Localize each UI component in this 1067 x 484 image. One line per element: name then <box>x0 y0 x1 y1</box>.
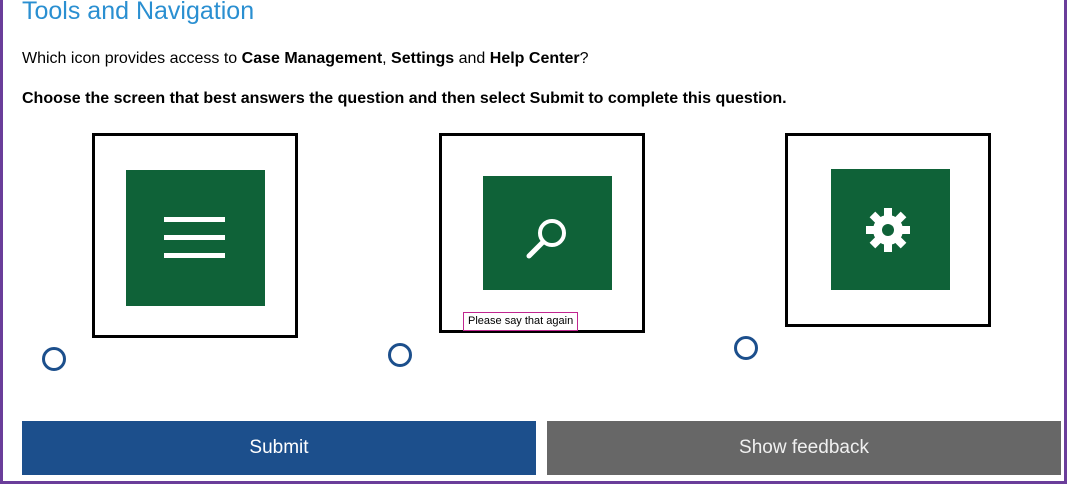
question-term-settings: Settings <box>391 50 455 67</box>
question-suffix: ? <box>579 50 589 67</box>
instruction-text: Choose the screen that best answers the … <box>22 90 787 107</box>
gear-tile <box>831 169 950 290</box>
option-menu-screen[interactable] <box>92 133 298 338</box>
question-separator: , <box>382 50 392 67</box>
show-feedback-button[interactable]: Show feedback <box>547 421 1061 475</box>
gear-icon <box>866 208 910 252</box>
option-gear-radio[interactable] <box>734 336 758 360</box>
option-search-screen[interactable] <box>439 133 645 333</box>
question-prefix: Which icon provides access to <box>22 50 242 67</box>
submit-button[interactable]: Submit <box>22 421 536 475</box>
question-separator: and <box>454 50 490 67</box>
option-gear-screen[interactable] <box>785 133 991 327</box>
option-search-radio[interactable] <box>388 343 412 367</box>
question-text: Which icon provides access to Case Manag… <box>22 50 588 68</box>
search-icon <box>526 219 566 259</box>
tooltip: Please say that again <box>463 312 579 331</box>
question-term-help-center: Help Center <box>489 50 580 67</box>
search-tile <box>483 176 612 290</box>
question-term-case-management: Case Management <box>241 50 383 67</box>
menu-tile <box>126 170 265 306</box>
option-menu-radio[interactable] <box>42 347 66 371</box>
page-title: Tools and Navigation <box>22 0 255 25</box>
menu-icon <box>164 217 225 258</box>
